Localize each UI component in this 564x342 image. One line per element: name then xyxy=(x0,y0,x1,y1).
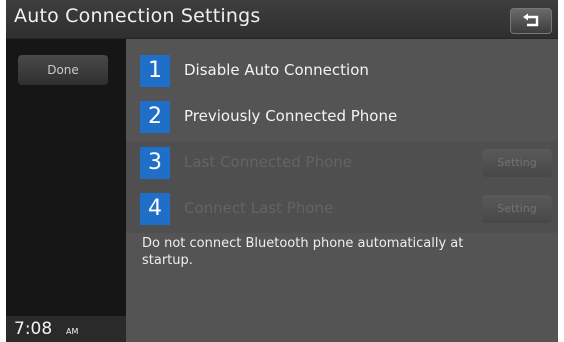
settings-list: 1 Disable Auto Connection 2 Previously C… xyxy=(126,39,558,342)
option-description: Do not connect Bluetooth phone automatic… xyxy=(142,236,464,268)
option-label: Connect Last Phone xyxy=(184,199,334,217)
option-number-badge: 2 xyxy=(140,101,170,133)
option-number-badge: 4 xyxy=(140,193,170,225)
option-label: Previously Connected Phone xyxy=(184,107,398,125)
option-label: Disable Auto Connection xyxy=(184,61,369,79)
title-bar: Auto Connection Settings xyxy=(6,0,558,39)
clock: 7:08 AM xyxy=(6,316,126,342)
option-setting-button[interactable]: Setting xyxy=(482,195,552,223)
done-button[interactable]: Done xyxy=(18,55,108,85)
option-label: Last Connected Phone xyxy=(184,153,353,171)
back-arrow-icon xyxy=(523,13,539,27)
option-number-badge: 3 xyxy=(140,147,170,179)
option-number-badge: 1 xyxy=(140,55,170,87)
clock-ampm: AM xyxy=(66,327,79,336)
page-title: Auto Connection Settings xyxy=(14,5,261,27)
back-button[interactable] xyxy=(510,8,552,34)
option-previously-connected-phone[interactable]: 2 Previously Connected Phone xyxy=(126,95,558,141)
clock-time: 7:08 xyxy=(14,319,53,339)
option-connect-last-phone[interactable]: 4 Connect Last Phone Setting xyxy=(126,187,558,233)
option-disable-auto-connection[interactable]: 1 Disable Auto Connection xyxy=(126,49,558,95)
sidebar: Done 7:08 AM xyxy=(6,39,126,342)
option-setting-button[interactable]: Setting xyxy=(482,149,552,177)
option-last-connected-phone[interactable]: 3 Last Connected Phone Setting xyxy=(126,141,558,187)
screen: Auto Connection Settings Done 7:08 AM 1 … xyxy=(6,0,558,342)
